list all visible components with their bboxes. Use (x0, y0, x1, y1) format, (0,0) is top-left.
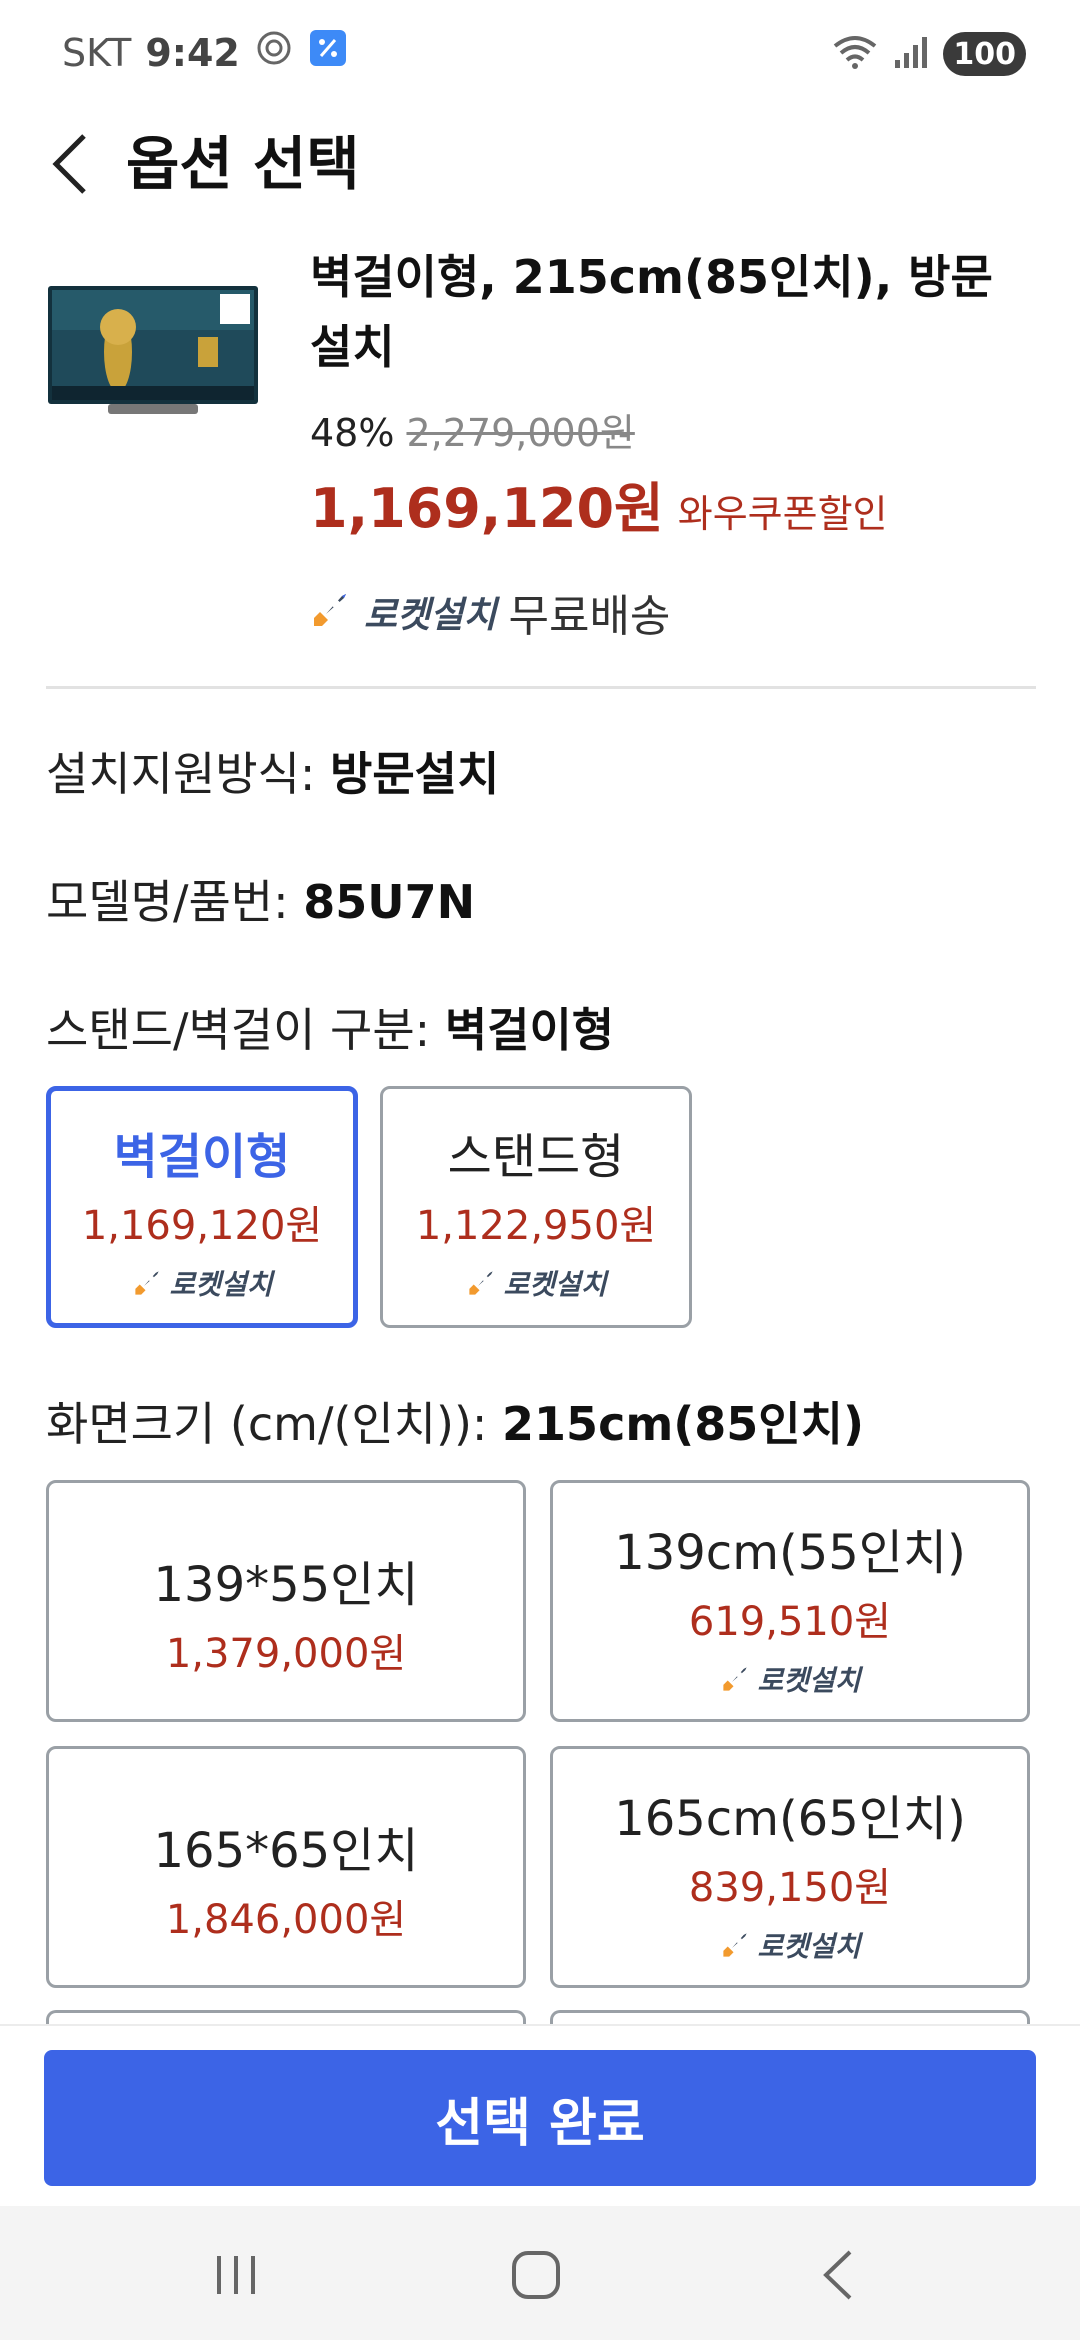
choice-name: 스탠드형 (447, 1129, 625, 1185)
free-shipping-label: 무료배송 (508, 591, 671, 642)
product-thumbnail (48, 282, 264, 420)
battery-icon: 100 (943, 32, 1026, 76)
choice-price: 619,510원 (688, 1599, 892, 1645)
choice-name: 165cm(65인치) (614, 1791, 966, 1847)
home-icon (512, 2251, 560, 2299)
choice-price: 1,379,000원 (165, 1631, 407, 1677)
size-option-value: 215cm(85인치) (502, 1397, 864, 1451)
choice-name: 벽걸이형 (113, 1129, 291, 1185)
system-back-button[interactable] (798, 2240, 878, 2310)
rocket-icon (723, 1933, 748, 1957)
mount-choice-wall[interactable]: 벽걸이형 1,169,120원 로켓설치 (46, 1086, 358, 1328)
chevron-left-icon (52, 134, 86, 194)
original-price: 2,279,000원 (406, 411, 635, 455)
discount-rate: 48% (310, 411, 395, 455)
confirm-selection-button[interactable]: 선택 완료 (44, 2050, 1036, 2186)
signal-icon (891, 32, 931, 76)
choice-rocket-badge: 로켓설치 (553, 1925, 1027, 1965)
wifi-icon (831, 32, 879, 76)
product-name: 벽걸이형, 215cm(85인치), 방문설치 (310, 250, 993, 374)
model-option-label: 모델명/품번: (46, 875, 304, 929)
size-choice-139cm[interactable]: 139cm(55인치) 619,510원 로켓설치 (550, 1480, 1030, 1722)
status-bar: SKT 9:42 100 (0, 0, 1080, 112)
rocket-install-label: 로켓설치 (364, 595, 497, 636)
rocket-install-label: 로켓설치 (757, 1664, 861, 1697)
size-option-row: 화면크기 (cm/(인치)): 215cm(85인치) (46, 1388, 864, 1454)
divider (46, 686, 1036, 689)
sale-price-row: 1,169,120원 와우쿠폰할인 (310, 464, 888, 543)
mount-option-label: 스탠드/벽걸이 구분: (46, 1003, 445, 1057)
delivery-row: 로켓설치 무료배송 (308, 580, 670, 644)
mount-option-value: 벽걸이형 (444, 1003, 615, 1057)
clock: 9:42 (145, 30, 240, 75)
choice-price: 1,169,120원 (81, 1203, 323, 1249)
choice-name: 139cm(55인치) (614, 1525, 966, 1581)
original-price-row: 48% 2,279,000원 (310, 402, 635, 457)
rocket-icon (135, 1271, 160, 1295)
choice-rocket-badge: 로켓설치 (553, 1659, 1027, 1699)
rocket-install-label: 로켓설치 (757, 1930, 861, 1963)
bottom-action-area: 선택 완료 (0, 2024, 1080, 2204)
rocket-icon (469, 1271, 494, 1295)
size-option-label: 화면크기 (cm/(인치)): (46, 1397, 503, 1451)
back-button[interactable] (40, 122, 100, 206)
choice-name: 139*55인치 (153, 1557, 419, 1613)
mount-choice-stand[interactable]: 스탠드형 1,122,950원 로켓설치 (380, 1086, 692, 1328)
app-notification-icon (308, 28, 348, 77)
header: 옵션 선택 (0, 112, 1080, 242)
home-button[interactable] (496, 2240, 576, 2310)
status-left: SKT 9:42 (62, 28, 348, 77)
choice-rocket-badge: 로켓설치 (51, 1263, 353, 1303)
size-choice-165cm[interactable]: 165cm(65인치) 839,150원 로켓설치 (550, 1746, 1030, 1988)
model-option-value: 85U7N (303, 875, 476, 929)
choice-price: 839,150원 (688, 1865, 892, 1911)
carrier-label: SKT (62, 30, 132, 75)
status-right: 100 (831, 32, 1026, 76)
install-option-row: 설치지원방식: 방문설치 (46, 738, 499, 804)
sale-price: 1,169,120원 (310, 477, 664, 540)
page-title: 옵션 선택 (126, 130, 360, 198)
install-option-value: 방문설치 (330, 747, 500, 801)
rocket-install-label: 로켓설치 (503, 1268, 607, 1301)
model-option-row: 모델명/품번: 85U7N (46, 866, 475, 932)
size-choice-139-55[interactable]: 139*55인치 1,379,000원 (46, 1480, 526, 1722)
recent-apps-button[interactable] (196, 2240, 276, 2310)
product-summary: 벽걸이형, 215cm(85인치), 방문설치 48% 2,279,000원 1… (0, 242, 1080, 690)
mount-option-row: 스탠드/벽걸이 구분: 벽걸이형 (46, 994, 614, 1060)
rocket-icon (308, 588, 352, 636)
install-option-label: 설치지원방식: (46, 747, 331, 801)
recent-apps-icon (217, 2256, 255, 2294)
choice-rocket-badge: 로켓설치 (383, 1263, 689, 1303)
system-nav-bar (0, 2206, 1080, 2340)
rocket-icon (723, 1667, 748, 1691)
size-choice-165-65[interactable]: 165*65인치 1,846,000원 (46, 1746, 526, 1988)
choice-price: 1,122,950원 (415, 1203, 657, 1249)
choice-price: 1,846,000원 (165, 1897, 407, 1943)
back-icon (823, 2250, 852, 2300)
coupon-label: 와우쿠폰할인 (677, 492, 888, 536)
gear-notification-icon (254, 28, 294, 77)
rocket-install-label: 로켓설치 (169, 1268, 273, 1301)
choice-name: 165*65인치 (153, 1823, 419, 1879)
